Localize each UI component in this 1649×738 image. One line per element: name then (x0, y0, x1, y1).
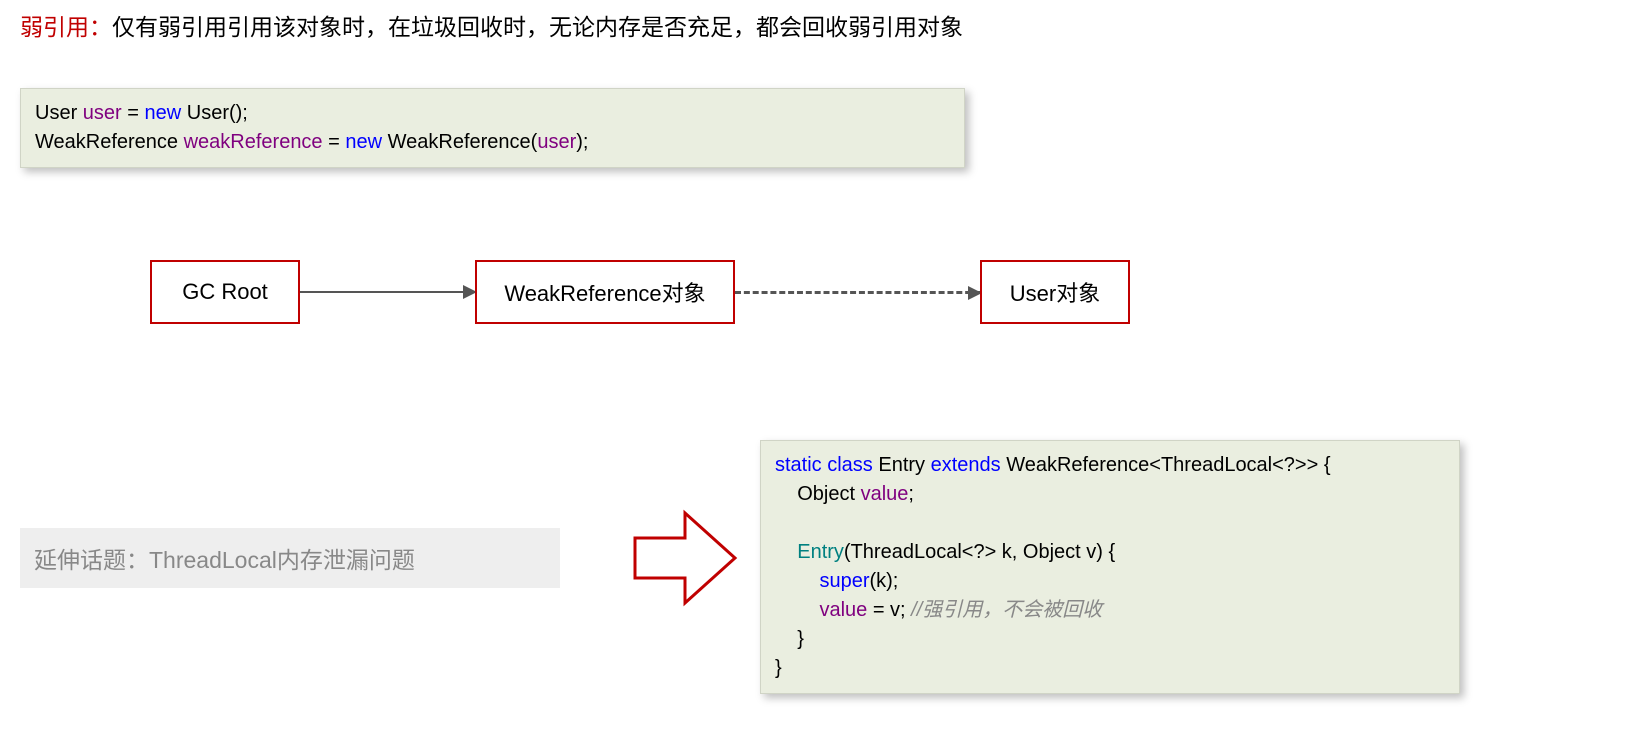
c2l4c: (ThreadLocal<?> k, Object v) { (844, 541, 1115, 563)
c2l1a: static class (775, 454, 873, 476)
c1l2b: weakReference (184, 131, 323, 153)
c1l1c: = (122, 102, 145, 124)
c1l2a: WeakReference (35, 131, 184, 153)
node-weakref-object: WeakReference对象 (475, 260, 735, 324)
c1l2f: user (537, 131, 576, 153)
title-black: 仅有弱引用引用该对象时，在垃圾回收时，无论内存是否充足，都会回收弱引用对象 (112, 14, 963, 40)
topic-threadlocal-leak: 延伸话题：ThreadLocal内存泄漏问题 (20, 528, 560, 588)
c2l4b: Entry (797, 541, 844, 563)
c1l1b: user (83, 102, 122, 124)
c1l1e: User(); (181, 102, 248, 124)
arrow-right-icon (630, 508, 740, 608)
title-red: 弱引用： (20, 14, 112, 40)
c1l2c: = (323, 131, 346, 153)
reference-diagram: GC Root WeakReference对象 User对象 (150, 260, 1200, 340)
c2l5a (775, 570, 819, 592)
c1l2d: new (345, 131, 382, 153)
arrow-weak-ref (735, 291, 980, 294)
c2l6c: = v; (867, 599, 911, 621)
c2l7: } (775, 628, 804, 650)
c2l2a: Object (775, 483, 861, 505)
code-block-entry-class: static class Entry extends WeakReference… (760, 440, 1460, 694)
c2l6b: value (819, 599, 867, 621)
c1l1d: new (145, 102, 182, 124)
node-user-object: User对象 (980, 260, 1130, 324)
c2l1c: extends (931, 454, 1001, 476)
node-gc-root: GC Root (150, 260, 300, 324)
c2l8: } (775, 657, 782, 679)
c2l4a (775, 541, 797, 563)
c2l6a (775, 599, 819, 621)
c2l1b: Entry (873, 454, 931, 476)
c1l1a: User (35, 102, 83, 124)
arrow-strong-ref (300, 291, 475, 293)
c2l6d: //强引用，不会被回收 (911, 599, 1102, 621)
code-block-weakref-sample: User user = new User(); WeakReference we… (20, 88, 965, 168)
c2l5c: (k); (869, 570, 898, 592)
c2l2b: value (861, 483, 909, 505)
c1l2e: WeakReference( (382, 131, 537, 153)
c2l5b: super (819, 570, 869, 592)
c2l1d: WeakReference<ThreadLocal<?>> { (1001, 454, 1331, 476)
page-title: 弱引用：仅有弱引用引用该对象时，在垃圾回收时，无论内存是否充足，都会回收弱引用对… (20, 8, 963, 42)
c1l2g: ); (576, 131, 588, 153)
c2l2c: ; (908, 483, 914, 505)
